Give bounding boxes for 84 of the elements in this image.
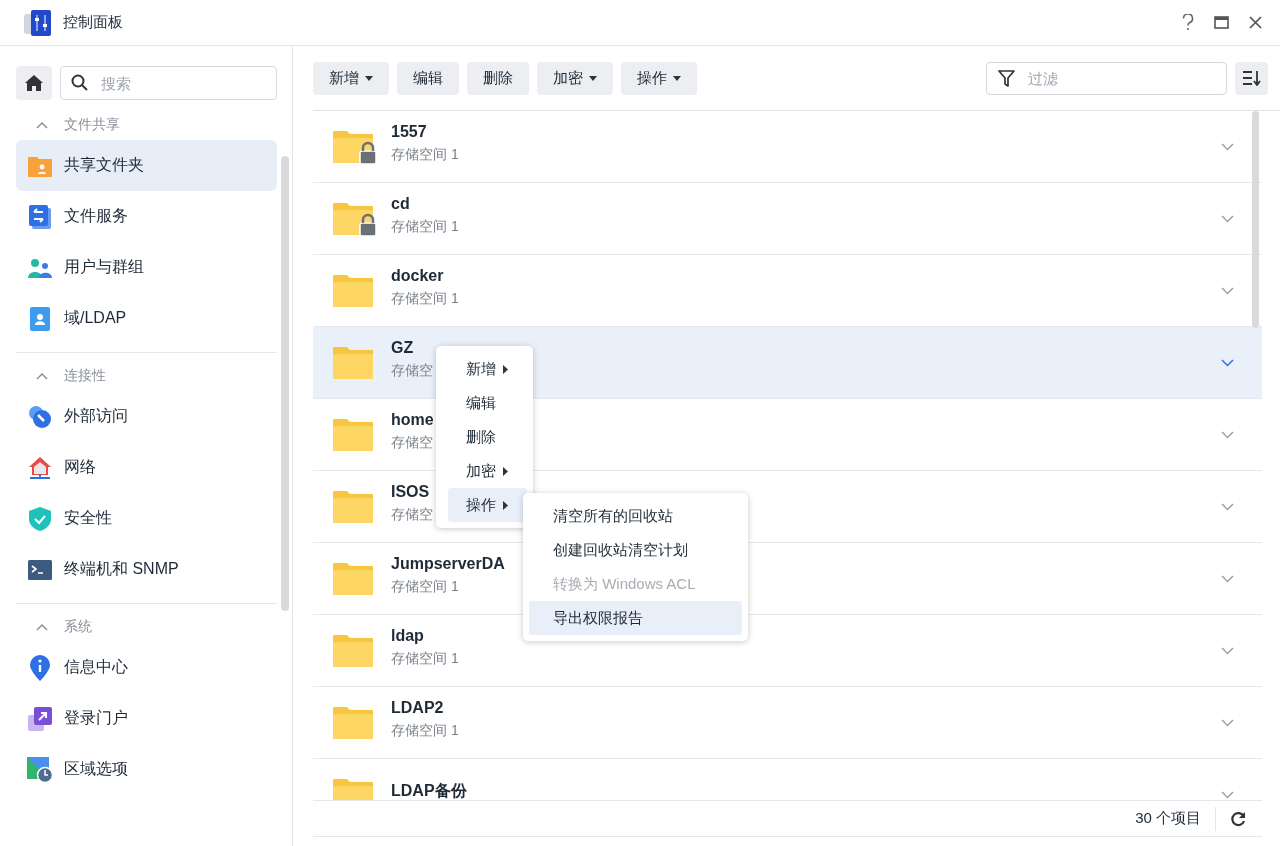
menu-item[interactable]: 新增 bbox=[442, 352, 527, 386]
menu-item[interactable]: 清空所有的回收站 bbox=[529, 499, 742, 533]
filter-field[interactable]: 过滤 bbox=[986, 61, 1227, 95]
sidebar-item[interactable]: 登录门户 bbox=[16, 693, 277, 744]
expand-chevron-icon[interactable] bbox=[1221, 646, 1234, 655]
expand-chevron-icon[interactable] bbox=[1221, 718, 1234, 727]
region-clock-icon bbox=[27, 756, 53, 783]
folder-volume: 存储空间 1 bbox=[391, 290, 459, 308]
folder-name: LDAP备份 bbox=[391, 781, 467, 800]
folder-name: GZ bbox=[391, 339, 414, 357]
toolbar-button[interactable]: 新增 bbox=[313, 61, 389, 95]
sort-icon bbox=[1242, 70, 1261, 86]
app-logo-icon bbox=[24, 9, 51, 36]
folder-volume: 存储空间 1 bbox=[391, 146, 459, 164]
toolbar-button[interactable]: 操作 bbox=[621, 61, 697, 95]
window-title: 控制面板 bbox=[63, 13, 124, 32]
menu-item[interactable]: 导出权限报告 bbox=[529, 601, 742, 635]
sidebar-item[interactable]: 域/LDAP bbox=[16, 293, 277, 344]
folder-volume: 存储空 bbox=[391, 506, 433, 524]
section-heading: 文件共享 bbox=[64, 116, 120, 134]
item-count: 30 个项目 bbox=[1135, 809, 1201, 828]
help-icon[interactable] bbox=[1182, 14, 1194, 31]
scrollbar[interactable] bbox=[281, 156, 289, 611]
menu-item[interactable]: 删除 bbox=[442, 420, 527, 454]
sidebar-item[interactable]: 网络 bbox=[16, 442, 277, 493]
folder-name: LDAP2 bbox=[391, 699, 444, 717]
toolbar-button[interactable]: 编辑 bbox=[397, 61, 459, 95]
toolbar-button[interactable]: 加密 bbox=[537, 61, 613, 95]
collapse-caret-icon[interactable] bbox=[36, 623, 48, 631]
directory-icon bbox=[30, 306, 50, 331]
sidebar-item[interactable]: 安全性 bbox=[16, 493, 277, 544]
expand-chevron-icon[interactable] bbox=[1221, 502, 1234, 511]
collapse-caret-icon[interactable] bbox=[36, 372, 48, 380]
search-field[interactable]: 搜索 bbox=[60, 66, 277, 100]
sidebar-item[interactable]: 文件服务 bbox=[16, 191, 277, 242]
folder-row[interactable]: LDAP2 存储空间 1 bbox=[313, 687, 1262, 759]
folder-name: 1557 bbox=[391, 123, 427, 141]
expand-chevron-icon[interactable] bbox=[1221, 358, 1234, 367]
toolbar-button[interactable]: 删除 bbox=[467, 61, 529, 95]
folder-volume: 存储空间 1 bbox=[391, 722, 459, 740]
network-house-icon bbox=[28, 455, 52, 480]
folder-volume: 存储空间 1 bbox=[391, 650, 459, 668]
external-access-icon bbox=[28, 404, 52, 429]
expand-chevron-icon[interactable] bbox=[1221, 574, 1234, 583]
home-icon bbox=[25, 75, 43, 91]
sort-button[interactable] bbox=[1235, 61, 1268, 95]
sidebar-item[interactable]: 信息中心 bbox=[16, 642, 277, 693]
refresh-icon[interactable] bbox=[1230, 810, 1246, 827]
sidebar-item[interactable]: 用户与群组 bbox=[16, 242, 277, 293]
folder-name: home bbox=[391, 411, 434, 429]
login-portal-icon bbox=[28, 706, 52, 731]
folder-name: docker bbox=[391, 267, 444, 285]
expand-chevron-icon[interactable] bbox=[1221, 142, 1234, 151]
folder-name: JumpserverDA bbox=[391, 555, 505, 573]
folder-name: cd bbox=[391, 195, 410, 213]
file-transfer-icon bbox=[29, 204, 51, 229]
info-icon bbox=[30, 654, 50, 681]
folder-name: ldap bbox=[391, 627, 424, 645]
shield-icon bbox=[29, 506, 51, 531]
expand-chevron-icon[interactable] bbox=[1221, 286, 1234, 295]
folder-volume: 存储空 bbox=[391, 362, 433, 380]
sidebar-item[interactable]: 区域选项 bbox=[16, 744, 277, 795]
expand-chevron-icon[interactable] bbox=[1221, 790, 1234, 799]
sidebar-item[interactable]: 共享文件夹 bbox=[16, 140, 277, 191]
menu-item[interactable]: 操作 bbox=[448, 488, 527, 522]
close-icon[interactable] bbox=[1249, 16, 1262, 29]
folder-volume: 存储空 bbox=[391, 434, 433, 452]
expand-chevron-icon[interactable] bbox=[1221, 214, 1234, 223]
home-button[interactable] bbox=[16, 66, 52, 100]
maximize-icon[interactable] bbox=[1214, 16, 1229, 29]
collapse-caret-icon[interactable] bbox=[36, 121, 48, 129]
folder-volume: 存储空间 1 bbox=[391, 578, 459, 596]
section-heading: 系统 bbox=[64, 618, 92, 636]
users-icon bbox=[28, 257, 52, 278]
sidebar-item[interactable]: 外部访问 bbox=[16, 391, 277, 442]
scrollbar[interactable] bbox=[1252, 111, 1259, 328]
shared-folder-icon bbox=[28, 154, 52, 177]
terminal-icon bbox=[28, 559, 52, 580]
expand-chevron-icon[interactable] bbox=[1221, 430, 1234, 439]
sidebar-item[interactable]: 终端机和 SNMP bbox=[16, 544, 277, 595]
folder-row[interactable]: LDAP备份 bbox=[313, 759, 1262, 800]
folder-volume: 存储空间 1 bbox=[391, 218, 459, 236]
section-heading: 连接性 bbox=[64, 367, 106, 385]
folder-name: ISOS bbox=[391, 483, 430, 501]
